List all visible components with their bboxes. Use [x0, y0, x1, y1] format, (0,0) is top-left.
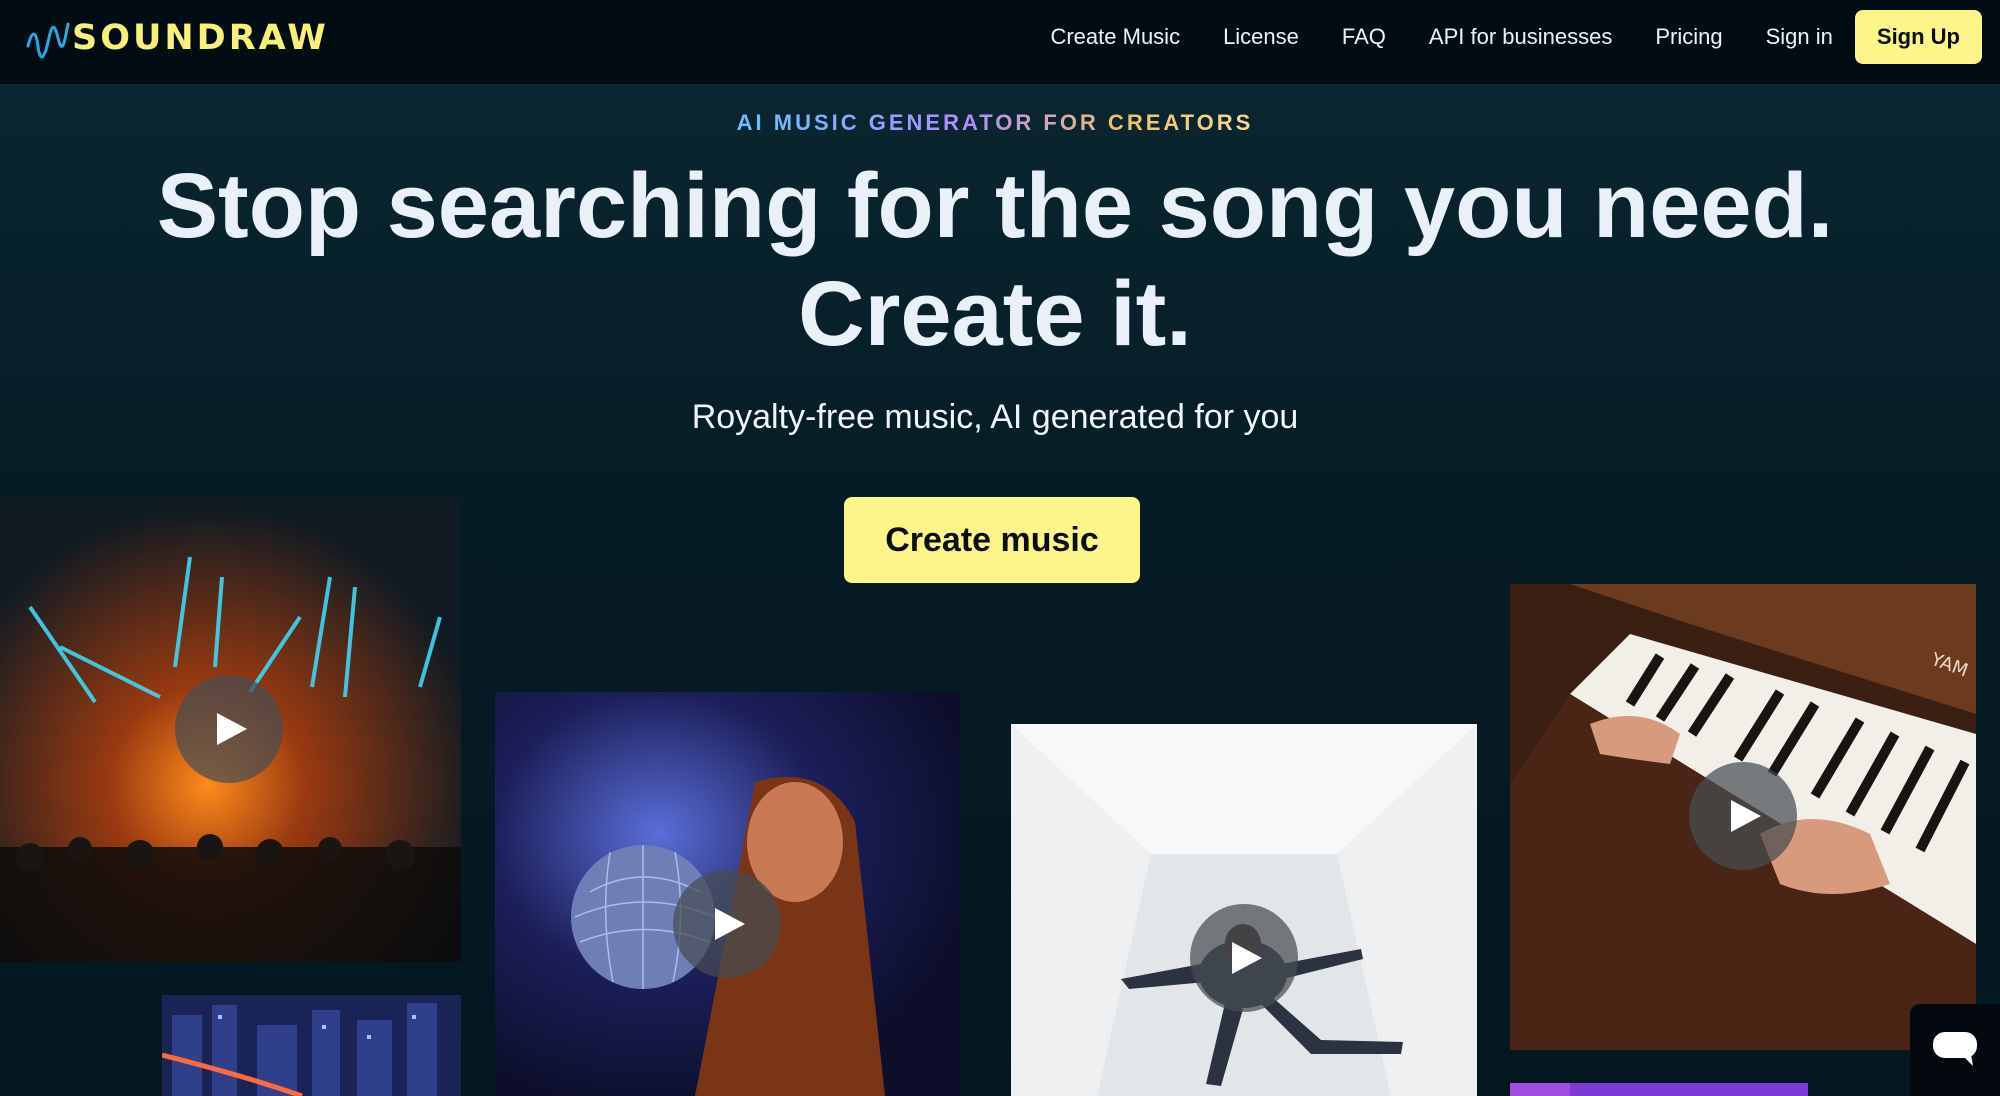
hero-eyebrow-text: AI MUSIC GENERATOR FOR CREATORS — [736, 110, 1254, 135]
top-navbar: SOUNDRAW Create Music License FAQ API fo… — [0, 0, 2000, 84]
sign-up-button[interactable]: Sign Up — [1854, 10, 1982, 64]
play-icon — [217, 713, 247, 745]
play-icon — [715, 908, 745, 940]
play-icon — [1731, 800, 1761, 832]
nav-sign-in-link[interactable]: Sign in — [1766, 24, 1833, 50]
play-button[interactable] — [1190, 904, 1298, 1012]
logo-wave-icon — [26, 22, 70, 59]
nav-faq-link[interactable]: FAQ — [1342, 24, 1386, 50]
nav-pricing-link[interactable]: Pricing — [1655, 24, 1722, 50]
chat-bubble-icon — [1933, 1032, 1977, 1066]
hero-eyebrow: AI MUSIC GENERATOR FOR CREATORS — [0, 110, 1990, 136]
headline-line-1: Stop searching for the song you need. — [156, 155, 1834, 257]
tile-dancer[interactable] — [1011, 724, 1477, 1096]
play-button[interactable] — [1689, 762, 1797, 870]
play-icon — [1232, 942, 1262, 974]
soundraw-logo[interactable]: SOUNDRAW — [26, 14, 329, 62]
headline-line-2: Create it. — [798, 263, 1192, 365]
tile-piano[interactable]: YAM — [1510, 584, 1976, 1050]
nav-create-music-link[interactable]: Create Music — [1050, 24, 1180, 50]
chat-widget-button[interactable] — [1910, 1004, 2000, 1096]
tile-disco[interactable] — [495, 692, 961, 1096]
play-button[interactable] — [673, 870, 781, 978]
logo-text: SOUNDRAW — [72, 18, 329, 58]
nav-links: Create Music License FAQ API for busines… — [1007, 9, 1982, 65]
play-button[interactable] — [175, 675, 283, 783]
hero-headline: Stop searching for the song you need. Cr… — [0, 152, 1990, 368]
nav-license-link[interactable]: License — [1223, 24, 1299, 50]
purple-image — [1510, 1083, 1808, 1096]
tile-night-city[interactable] — [162, 995, 461, 1096]
nav-api-link[interactable]: API for businesses — [1429, 24, 1612, 50]
hero-subheadline: Royalty-free music, AI generated for you — [691, 398, 1299, 436]
tile-concert[interactable] — [0, 497, 461, 962]
create-music-button[interactable]: Create music — [844, 497, 1140, 583]
night-city-image — [162, 995, 461, 1096]
tile-purple[interactable] — [1510, 1083, 1808, 1096]
